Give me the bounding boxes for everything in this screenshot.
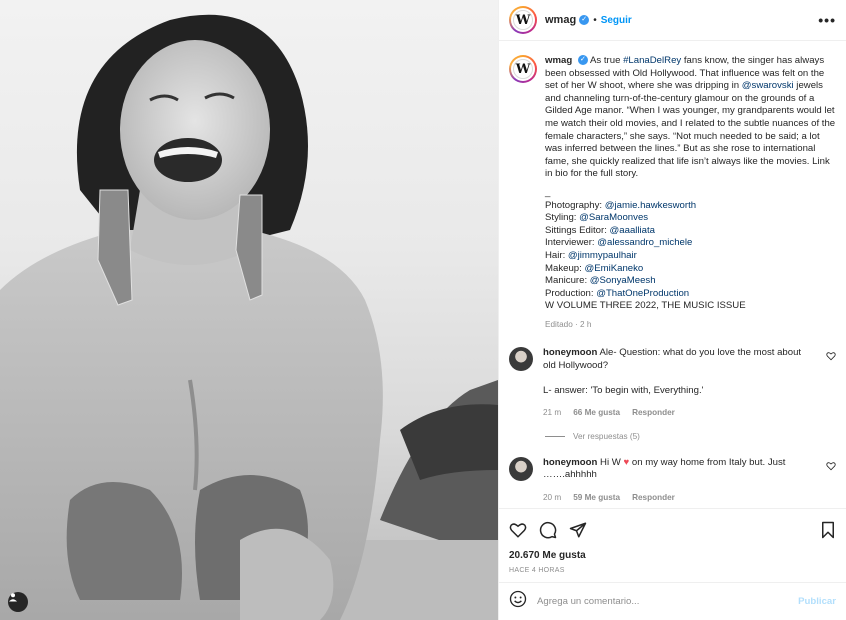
credit-line: Interviewer: @alessandro_michele xyxy=(545,237,836,250)
mention-link[interactable]: @aaalliata xyxy=(610,225,655,236)
comment-meta: 20 m 59 Me gusta Responder xyxy=(543,492,808,505)
comment-body: honeymoon Ale- Question: what do you lov… xyxy=(543,347,808,419)
publish-button[interactable]: Publicar xyxy=(798,596,836,607)
share-icon[interactable] xyxy=(569,521,587,539)
credit-label: Interviewer: xyxy=(545,237,598,249)
view-replies-button[interactable]: Ver respuestas (5) xyxy=(545,432,836,441)
likes-count[interactable]: 20.670 Me gusta xyxy=(499,550,846,561)
verified-badge-icon: ✓ xyxy=(579,15,590,25)
comment-username[interactable]: honeymoon xyxy=(543,457,597,468)
caption-username[interactable]: wmag xyxy=(545,55,572,66)
verified-badge-icon: ✓ xyxy=(577,55,588,66)
comment-item: honeymoon Ale- Question: what do you lov… xyxy=(509,347,836,419)
post-actions-bar xyxy=(499,508,846,550)
reply-button[interactable]: Responder xyxy=(632,407,675,420)
avatar[interactable] xyxy=(509,347,533,372)
comment-body: honeymoon Hi W ♥ on my way home from Ita… xyxy=(543,457,808,505)
mention-link[interactable]: @SaraMoonves xyxy=(579,212,648,223)
mention-link[interactable]: @swarovski xyxy=(742,80,794,91)
post-timestamp[interactable]: HACE 4 HORAS xyxy=(499,561,846,582)
credit-label: Makeup: xyxy=(545,262,585,274)
bookmark-icon[interactable] xyxy=(820,521,836,539)
mention-link[interactable]: @EmiKaneko xyxy=(584,263,643,274)
credit-label: Sittings Editor: xyxy=(545,224,610,236)
comment-text-answer: L- answer: 'To begin with, Everything.' xyxy=(543,384,704,396)
heart-icon[interactable] xyxy=(509,521,527,539)
post-header: W wmag ✓ • Seguir ••• xyxy=(499,0,846,41)
caption-separator: _ xyxy=(545,186,551,198)
credit-label: Styling: xyxy=(545,212,580,224)
comment-like-heart-icon[interactable] xyxy=(826,351,836,363)
post-details-panel: W wmag ✓ • Seguir ••• W wmag ✓ As true #… xyxy=(498,0,846,620)
mention-link[interactable]: @SonyaMeesh xyxy=(590,275,656,286)
comment-time[interactable]: 20 m xyxy=(543,492,561,505)
post-caption: W wmag ✓ As true #LanaDelRey fans know, … xyxy=(509,55,836,331)
separator-dot: • xyxy=(593,14,597,26)
avatar-letter: W xyxy=(513,10,533,30)
more-options-icon[interactable]: ••• xyxy=(818,12,836,28)
mention-link[interactable]: @alessandro_michele xyxy=(597,237,692,248)
caption-avatar[interactable]: W xyxy=(509,55,537,83)
credits-list: Photography: @jamie.hawkesworth Styling:… xyxy=(545,200,836,313)
caption-avatar-letter: W xyxy=(513,59,533,79)
comment-item: honeymoon Hi W ♥ on my way home from Ita… xyxy=(509,456,836,505)
username-link[interactable]: wmag xyxy=(545,14,576,26)
caption-text-part: jewels and channeling turn-of-the-centur… xyxy=(545,80,836,180)
credit-line: Production: @ThatOneProduction xyxy=(545,288,836,301)
mention-link[interactable]: @ThatOneProduction xyxy=(596,288,689,299)
comment-time[interactable]: 21 m xyxy=(543,407,561,420)
caption-text: wmag ✓ As true #LanaDelRey fans know, th… xyxy=(545,55,836,331)
post-photo[interactable] xyxy=(0,0,498,620)
hashtag-link[interactable]: #LanaDelRey xyxy=(623,55,681,66)
comments-scroll-area[interactable]: W wmag ✓ As true #LanaDelRey fans know, … xyxy=(499,41,846,508)
comment-meta: 21 m 66 Me gusta Responder xyxy=(543,407,808,420)
mention-link[interactable]: @jamie.hawkesworth xyxy=(605,200,696,211)
credit-line: Styling: @SaraMoonves xyxy=(545,212,836,225)
comment-like-heart-icon[interactable] xyxy=(826,461,836,473)
emoji-icon[interactable] xyxy=(509,590,527,613)
credit-line: Sittings Editor: @aaalliata xyxy=(545,225,836,238)
credit-line: Hair: @jimmypaulhair xyxy=(545,250,836,263)
issue-line: W VOLUME THREE 2022, THE MUSIC ISSUE xyxy=(545,300,746,312)
comment-username[interactable]: honeymoon xyxy=(543,347,597,358)
replies-divider xyxy=(545,435,565,437)
comment-text: Hi W xyxy=(600,456,624,468)
instagram-post-modal: W wmag ✓ • Seguir ••• W wmag ✓ As true #… xyxy=(0,0,846,620)
credit-label: Manicure: xyxy=(545,275,590,287)
comment-likes[interactable]: 66 Me gusta xyxy=(573,407,620,420)
edited-timestamp: Editado · 2 h xyxy=(545,319,592,329)
mention-link[interactable]: @jimmypaulhair xyxy=(568,250,637,261)
credit-line: Manicure: @SonyaMeesh xyxy=(545,275,836,288)
credit-line: Photography: @jamie.hawkesworth xyxy=(545,200,836,213)
credit-label: Hair: xyxy=(545,249,568,261)
avatar[interactable] xyxy=(509,456,533,481)
comment-composer: Publicar xyxy=(499,582,846,620)
avatar[interactable]: W xyxy=(509,6,537,34)
credit-line: Makeup: @EmiKaneko xyxy=(545,263,836,276)
follow-button[interactable]: Seguir xyxy=(601,15,632,26)
credit-label: Photography: xyxy=(545,199,605,211)
view-replies-label: Ver respuestas (5) xyxy=(573,431,640,441)
comment-icon[interactable] xyxy=(539,521,557,539)
comment-likes[interactable]: 59 Me gusta xyxy=(573,492,620,505)
user-tag-icon[interactable] xyxy=(8,592,28,612)
photo-illustration xyxy=(0,14,498,620)
credit-label: Production: xyxy=(545,287,597,299)
reply-button[interactable]: Responder xyxy=(632,492,675,505)
comment-input[interactable] xyxy=(537,596,799,607)
caption-text-part: As true xyxy=(590,55,624,66)
